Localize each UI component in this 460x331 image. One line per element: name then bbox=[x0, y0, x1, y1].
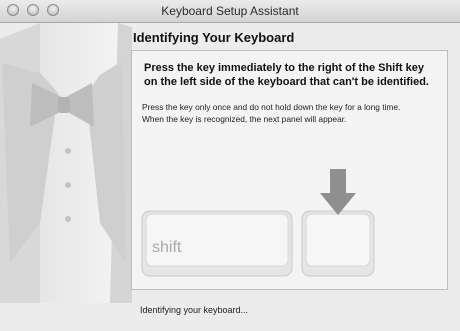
target-key bbox=[301, 210, 375, 277]
tuxedo-illustration bbox=[0, 23, 132, 303]
shift-key: shift bbox=[141, 210, 293, 277]
instruction-panel: Press the key immediately to the right o… bbox=[131, 50, 448, 290]
note-line-2: When the key is recognized, the next pan… bbox=[142, 114, 347, 124]
note-text: Press the key only once and do not hold … bbox=[142, 101, 442, 125]
instruction-text: Press the key immediately to the right o… bbox=[144, 62, 429, 88]
shift-key-label: shift bbox=[152, 239, 182, 256]
page-title: Identifying Your Keyboard bbox=[133, 30, 295, 45]
down-arrow-icon bbox=[320, 169, 356, 215]
keyboard-setup-window: Keyboard Setup Assistant Identifying You… bbox=[0, 0, 460, 331]
note-line-1: Press the key only once and do not hold … bbox=[142, 102, 401, 112]
window-title: Keyboard Setup Assistant bbox=[161, 4, 299, 18]
status-text: Identifying your keyboard... bbox=[140, 305, 249, 315]
keyboard-illustration: shift bbox=[141, 169, 375, 277]
title-bar: Keyboard Setup Assistant bbox=[0, 0, 460, 23]
